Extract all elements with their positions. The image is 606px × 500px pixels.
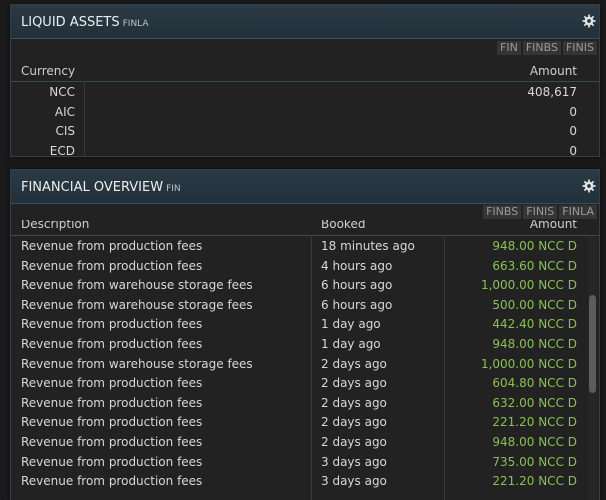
amount-cell: 221.20 NCC D bbox=[492, 415, 577, 430]
booked-cell: 2 days ago bbox=[321, 356, 387, 371]
table-row: Revenue from production fees 1 day ago 9… bbox=[11, 335, 599, 355]
table-row: Revenue from production fees 2 days ago … bbox=[11, 374, 599, 394]
amount-cell: 408,617 bbox=[527, 85, 577, 99]
amount-cell: 0 bbox=[569, 143, 577, 157]
table-row: Revenue from warehouse storage fees 6 ho… bbox=[11, 276, 599, 296]
table-row: Revenue from warehouse storage fees 6 ho… bbox=[11, 296, 599, 316]
financial-overview-header: FINANCIAL OVERVIEW FIN bbox=[11, 170, 599, 204]
description-cell: Revenue from production fees bbox=[21, 239, 203, 253]
description-cell: Revenue from production fees bbox=[21, 474, 203, 489]
tab-finbs[interactable]: FINBS bbox=[483, 205, 522, 219]
amount-cell: 0 bbox=[569, 104, 577, 119]
booked-cell: 4 hours ago bbox=[321, 258, 393, 273]
description-cell: Revenue from production fees bbox=[21, 376, 203, 391]
column-header-currency[interactable]: Currency bbox=[21, 64, 75, 78]
amount-cell: 632.00 NCC D bbox=[492, 395, 577, 410]
table-row: CIS 0 bbox=[11, 122, 599, 142]
table-row: Revenue from production fees 2 days ago … bbox=[11, 433, 599, 453]
amount-cell: 1,000.00 NCC D bbox=[480, 356, 577, 371]
tab-fin[interactable]: FIN bbox=[497, 41, 521, 55]
currency-cell: CIS bbox=[55, 124, 75, 139]
financial-overview-tabs: FINBS FINIS FINLA bbox=[483, 205, 597, 219]
vertical-scrollbar[interactable] bbox=[588, 237, 597, 500]
liquid-assets-panel: LIQUID ASSETS FINLA FIN FINBS FINIS Curre… bbox=[10, 4, 600, 157]
booked-cell: 6 hours ago bbox=[321, 297, 393, 312]
liquid-assets-table-body: NCC 408,617 AIC 0 CIS 0 ECD 0 bbox=[11, 83, 599, 156]
column-header-description[interactable]: Description bbox=[21, 220, 89, 231]
financial-overview-code: FIN bbox=[166, 184, 181, 194]
table-row: Revenue from production fees 3 days ago … bbox=[11, 472, 599, 492]
liquid-assets-tabs: FIN FINBS FINIS bbox=[497, 41, 597, 55]
description-cell: Revenue from warehouse storage fees bbox=[21, 278, 253, 293]
table-row: Revenue from production fees 3 days ago … bbox=[11, 453, 599, 473]
booked-cell: 3 days ago bbox=[321, 454, 387, 469]
gear-icon[interactable] bbox=[582, 14, 596, 28]
description-cell: Revenue from production fees bbox=[21, 337, 203, 351]
amount-cell: 948.00 NCC D bbox=[492, 239, 577, 253]
table-row: Revenue from production fees 4 hours ago… bbox=[11, 257, 599, 277]
booked-cell: 2 days ago bbox=[321, 395, 387, 410]
amount-cell: 500.00 NCC D bbox=[492, 297, 577, 312]
booked-cell: 6 hours ago bbox=[321, 278, 393, 293]
currency-cell: AIC bbox=[54, 104, 75, 119]
financial-overview-title-text: FINANCIAL OVERVIEW bbox=[21, 180, 164, 195]
amount-cell: 948.00 NCC D bbox=[492, 337, 577, 351]
description-cell: Revenue from production fees bbox=[21, 317, 203, 332]
liquid-assets-column-headers: Currency Amount bbox=[11, 62, 599, 82]
financial-overview-table-body: Revenue from production fees 18 minutes … bbox=[11, 237, 599, 500]
table-row: NCC 408,617 bbox=[11, 83, 599, 103]
table-row: Revenue from production fees 1 day ago 4… bbox=[11, 315, 599, 335]
currency-cell: NCC bbox=[49, 85, 75, 99]
table-row: Revenue from production fees 2 days ago … bbox=[11, 394, 599, 414]
financial-overview-title: FINANCIAL OVERVIEW FIN bbox=[21, 180, 181, 195]
booked-cell: 1 day ago bbox=[321, 317, 381, 332]
table-row: Revenue from production fees 18 minutes … bbox=[11, 237, 599, 257]
booked-cell: 2 days ago bbox=[321, 376, 387, 391]
amount-cell: 948.00 NCC D bbox=[492, 435, 577, 449]
liquid-assets-title: LIQUID ASSETS FINLA bbox=[21, 15, 149, 30]
liquid-assets-header: LIQUID ASSETS FINLA bbox=[11, 5, 599, 39]
tab-finis[interactable]: FINIS bbox=[562, 41, 597, 55]
booked-cell: 2 days ago bbox=[321, 415, 387, 430]
amount-cell: 1,000.00 NCC D bbox=[480, 278, 577, 293]
column-header-amount[interactable]: Amount bbox=[530, 220, 577, 231]
liquid-assets-code: FINLA bbox=[122, 19, 149, 29]
tab-finbs[interactable]: FINBS bbox=[522, 41, 561, 55]
amount-cell: 735.00 NCC D bbox=[492, 454, 577, 469]
amount-cell: 663.60 NCC D bbox=[492, 258, 577, 273]
description-cell: Revenue from production fees bbox=[21, 415, 203, 430]
column-header-booked[interactable]: Booked bbox=[321, 220, 365, 231]
table-row: AIC 0 bbox=[11, 103, 599, 123]
amount-cell: 442.40 NCC D bbox=[492, 317, 577, 332]
column-header-amount[interactable]: Amount bbox=[530, 64, 577, 78]
booked-cell: 1 day ago bbox=[321, 337, 381, 351]
booked-cell: 18 minutes ago bbox=[321, 239, 415, 253]
scrollbar-thumb[interactable] bbox=[589, 295, 596, 393]
amount-cell: 0 bbox=[569, 124, 577, 139]
description-cell: Revenue from warehouse storage fees bbox=[21, 297, 253, 312]
amount-cell: 221.20 NCC D bbox=[492, 474, 577, 489]
description-cell: Revenue from production fees bbox=[21, 395, 203, 410]
amount-cell: 604.80 NCC D bbox=[492, 376, 577, 391]
table-row: ECD 0 bbox=[11, 142, 599, 157]
financial-overview-column-headers: Description Booked Amount bbox=[11, 220, 599, 236]
description-cell: Revenue from production fees bbox=[21, 454, 203, 469]
table-row: Revenue from warehouse storage fees 2 da… bbox=[11, 355, 599, 375]
tab-finla[interactable]: FINLA bbox=[559, 205, 597, 219]
booked-cell: 3 days ago bbox=[321, 474, 387, 489]
currency-cell: ECD bbox=[49, 143, 75, 157]
tab-finis[interactable]: FINIS bbox=[523, 205, 558, 219]
table-row: Revenue from production fees 2 days ago … bbox=[11, 413, 599, 433]
liquid-assets-title-text: LIQUID ASSETS bbox=[21, 15, 120, 30]
booked-cell: 2 days ago bbox=[321, 435, 387, 449]
description-cell: Revenue from production fees bbox=[21, 435, 203, 449]
description-cell: Revenue from production fees bbox=[21, 258, 203, 273]
financial-overview-panel: FINANCIAL OVERVIEW FIN FINBS FINIS FINLA … bbox=[10, 169, 600, 500]
description-cell: Revenue from warehouse storage fees bbox=[21, 356, 253, 371]
gear-icon[interactable] bbox=[582, 179, 596, 193]
